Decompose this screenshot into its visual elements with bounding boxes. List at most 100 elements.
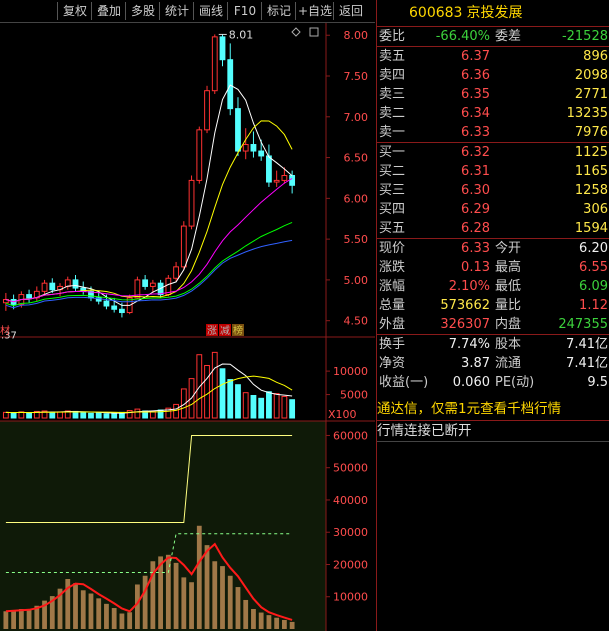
promo-banner[interactable]: 通达信，仅需1元查看千档行情 bbox=[377, 398, 609, 421]
indicator-bar bbox=[227, 575, 233, 629]
finance-label: 收益(一) bbox=[379, 375, 429, 390]
stat-value-2: 1.12 bbox=[579, 298, 608, 313]
finance-label: 换手 bbox=[379, 337, 406, 352]
volume-bar bbox=[235, 384, 241, 419]
ask-label: 卖四 bbox=[379, 68, 406, 83]
candle-body bbox=[149, 282, 156, 287]
diamond-icon bbox=[291, 27, 301, 37]
indicator-bar bbox=[134, 584, 140, 629]
finance-value: 0.060 bbox=[452, 375, 490, 390]
stat-value: 573662 bbox=[440, 298, 490, 313]
webi-value: -66.40% bbox=[435, 29, 490, 44]
candle-body bbox=[26, 294, 32, 299]
stat-row: 总量 573662 量比 1.12 bbox=[377, 296, 609, 315]
candle-body bbox=[227, 59, 234, 110]
volume-bar bbox=[95, 412, 102, 419]
indicator-bar bbox=[127, 612, 133, 629]
indicator-bar bbox=[119, 613, 125, 629]
finance-value-2: 7.41亿 bbox=[566, 337, 608, 352]
toolbar-button-8[interactable]: 返回 bbox=[333, 2, 368, 20]
candle-body bbox=[72, 279, 79, 289]
stat-label: 涨幅 bbox=[379, 279, 406, 294]
bid-label: 买一 bbox=[379, 145, 406, 160]
stat-label-2: 量比 bbox=[495, 298, 522, 313]
bid-label: 买二 bbox=[379, 164, 406, 179]
ma60-line bbox=[5, 221, 293, 307]
volume-bar bbox=[258, 397, 265, 419]
indicator-bar bbox=[251, 609, 256, 629]
volume-ma10-line bbox=[5, 375, 293, 414]
indicator-bar bbox=[96, 598, 102, 629]
ma5-line bbox=[5, 84, 293, 306]
bid-price: 6.32 bbox=[461, 145, 490, 160]
stat-row: 外盘 326307 内盘 247355 bbox=[377, 315, 609, 334]
volume-bar bbox=[273, 393, 280, 419]
candle-body bbox=[235, 108, 241, 152]
indicator-bar bbox=[26, 609, 32, 629]
stat-label-2: 今开 bbox=[495, 241, 522, 256]
stock-tag: 榜 bbox=[233, 324, 243, 337]
stat-value: 0.13 bbox=[461, 260, 490, 275]
stat-label: 外盘 bbox=[379, 317, 406, 332]
bid-price: 6.29 bbox=[461, 202, 490, 217]
candle-body bbox=[219, 36, 226, 61]
indicator-bar bbox=[281, 619, 287, 629]
ask-price: 6.34 bbox=[461, 106, 490, 121]
toolbar-button-4[interactable]: 画线 bbox=[193, 2, 228, 20]
connection-status: 行情连接已断开 bbox=[377, 421, 609, 442]
indicator-bar bbox=[80, 590, 86, 629]
ask-row: 卖二 6.34 13235 bbox=[377, 104, 609, 123]
ask-label: 卖二 bbox=[379, 106, 406, 121]
toolbar-button-2[interactable]: 多股 bbox=[125, 2, 160, 20]
high-price-label: 8.01 bbox=[229, 28, 254, 41]
candle-body bbox=[196, 129, 203, 181]
candle-body bbox=[281, 175, 288, 181]
volume-bar bbox=[227, 379, 234, 419]
bid-label: 买四 bbox=[379, 202, 406, 217]
toolbar-button-5[interactable]: F10 bbox=[227, 2, 262, 20]
candle-body bbox=[103, 300, 110, 307]
bid-price: 6.31 bbox=[461, 164, 490, 179]
toolbar-button-1[interactable]: 叠加 bbox=[91, 2, 126, 20]
toolbar-button-6[interactable]: 标记 bbox=[261, 2, 296, 20]
price-tick-label: 4.50 bbox=[344, 315, 369, 328]
volume-bar bbox=[2, 411, 9, 419]
webi-label: 委比 bbox=[379, 29, 406, 44]
toolbar-button-0[interactable]: 复权 bbox=[57, 2, 92, 20]
volume-bar bbox=[173, 403, 179, 419]
bid-book: 买一 6.32 1125 买二 6.31 1165 买三 6.30 1258 买四 6.29 306 买… bbox=[377, 143, 609, 239]
chart-canvas[interactable]: 8.007.507.006.506.005.505.004.508.01.37材… bbox=[0, 0, 375, 631]
indicator-bar bbox=[243, 599, 249, 629]
volume-bar bbox=[126, 410, 133, 419]
stat-value-2: 6.20 bbox=[579, 241, 608, 256]
price-tick-label: 8.00 bbox=[344, 29, 369, 42]
bid-label: 买五 bbox=[379, 221, 406, 236]
indicator-bar bbox=[104, 603, 109, 629]
indicator-bar bbox=[235, 587, 241, 629]
stat-label: 总量 bbox=[379, 298, 406, 313]
bid-row: 买一 6.32 1125 bbox=[377, 143, 609, 162]
ask-volume: 7976 bbox=[574, 125, 608, 140]
indicator-bar bbox=[189, 582, 194, 629]
candle-body bbox=[173, 266, 179, 279]
price-tick-label: 5.50 bbox=[344, 233, 369, 246]
stock-code: 600683 bbox=[409, 5, 463, 21]
toolbar-button-7[interactable]: +自选 bbox=[295, 2, 334, 20]
candle-body bbox=[242, 144, 249, 152]
bid-volume: 306 bbox=[583, 202, 608, 217]
volume-bar bbox=[134, 408, 141, 419]
bid-price: 6.30 bbox=[461, 183, 490, 198]
indicator-bar bbox=[274, 617, 280, 629]
indicator-tick-label: 20000 bbox=[333, 558, 368, 571]
candle-body bbox=[180, 225, 187, 268]
ma10-line bbox=[5, 120, 293, 303]
volume-bar bbox=[250, 395, 257, 419]
chart-panel[interactable]: 8.00 7.50 7.00 6.50 6.00 5.50 5.00 4.50 8.01.37 材… bbox=[0, 0, 375, 631]
ma120-line bbox=[5, 239, 293, 309]
finance-label-2: 股本 bbox=[495, 337, 522, 352]
volume-bar bbox=[211, 351, 218, 419]
finance-label-2: 流通 bbox=[495, 356, 522, 371]
toolbar-button-3[interactable]: 统计 bbox=[159, 2, 194, 20]
chart-toolbar: 复权 叠加 多股 统计 画线 F10 标记 +自选 返回 bbox=[0, 0, 375, 23]
bid-row: 买三 6.30 1258 bbox=[377, 181, 609, 200]
